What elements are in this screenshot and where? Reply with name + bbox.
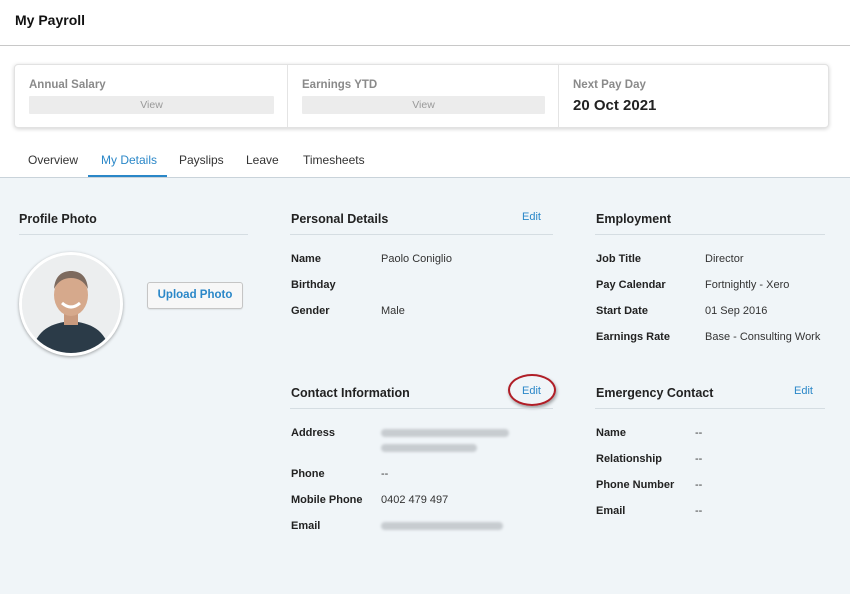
mobile-phone-value: 0402 479 497 — [381, 494, 449, 506]
phone-value: -- — [381, 468, 389, 480]
job-title-value: Director — [705, 253, 744, 265]
email-redacted — [381, 522, 503, 530]
personal-details-title: Personal Details — [291, 212, 389, 226]
employment-title: Employment — [596, 212, 672, 226]
phone-number-label: Phone Number — [596, 479, 675, 491]
profile-photo-title: Profile Photo — [19, 212, 97, 226]
next-pay-day-value: 20 Oct 2021 — [573, 97, 657, 114]
emergency-name-value: -- — [695, 427, 703, 439]
emergency-email-value: -- — [695, 505, 703, 517]
phone-number-value: -- — [695, 479, 703, 491]
divider — [595, 234, 825, 235]
address-label: Address — [291, 427, 336, 439]
start-date-label: Start Date — [596, 305, 648, 317]
personal-name-label: Name — [291, 253, 321, 265]
highlight-circle — [508, 374, 556, 406]
annual-salary-label: Annual Salary — [29, 79, 106, 91]
divider — [290, 234, 553, 235]
earnings-ytd-label: Earnings YTD — [302, 79, 378, 91]
phone-label: Phone — [291, 468, 325, 480]
annual-salary-view-button[interactable]: View — [29, 96, 274, 114]
next-pay-day-card: Next Pay Day 20 Oct 2021 — [558, 65, 828, 127]
header-area: My Payroll Annual Salary View Earnings Y… — [0, 0, 850, 178]
divider — [19, 234, 248, 235]
divider — [595, 408, 825, 409]
upload-photo-button[interactable]: Upload Photo — [147, 282, 243, 309]
divider — [0, 45, 850, 46]
divider — [0, 177, 850, 178]
avatar — [19, 252, 123, 356]
address-redacted — [381, 429, 509, 437]
earnings-ytd-card: Earnings YTD View — [287, 65, 558, 127]
job-title-label: Job Title — [596, 253, 642, 265]
earnings-rate-label: Earnings Rate — [596, 331, 670, 343]
emergency-contact-title: Emergency Contact — [596, 386, 714, 400]
emergency-email-label: Email — [596, 505, 626, 517]
contact-information-title: Contact Information — [291, 386, 410, 400]
pay-calendar-value: Fortnightly - Xero — [705, 279, 790, 291]
tab-overview[interactable]: Overview — [28, 152, 78, 178]
personal-gender-label: Gender — [291, 305, 330, 317]
tab-leave[interactable]: Leave — [246, 152, 279, 178]
personal-details-edit-link[interactable]: Edit — [522, 211, 541, 223]
annual-salary-card: Annual Salary View — [15, 65, 287, 127]
person-photo-icon — [22, 255, 120, 353]
earnings-ytd-view-button[interactable]: View — [302, 96, 545, 114]
page-title: My Payroll — [15, 12, 86, 28]
earnings-rate-value: Base - Consulting Work — [705, 331, 821, 343]
next-pay-day-label: Next Pay Day — [573, 79, 646, 91]
emergency-contact-edit-link[interactable]: Edit — [794, 385, 813, 397]
emergency-name-label: Name — [596, 427, 626, 439]
tab-bar: Overview My Details Payslips Leave Times… — [0, 152, 850, 178]
personal-gender-value: Male — [381, 305, 405, 317]
mobile-phone-label: Mobile Phone — [291, 494, 363, 506]
email-label: Email — [291, 520, 321, 532]
tab-payslips[interactable]: Payslips — [179, 152, 224, 178]
pay-calendar-label: Pay Calendar — [596, 279, 666, 291]
summary-panel: Annual Salary View Earnings YTD View Nex… — [14, 64, 829, 128]
relationship-value: -- — [695, 453, 703, 465]
start-date-value: 01 Sep 2016 — [705, 305, 768, 317]
personal-birthday-label: Birthday — [291, 279, 336, 291]
personal-name-value: Paolo Coniglio — [381, 253, 452, 265]
address-redacted — [381, 444, 477, 452]
divider — [290, 408, 553, 409]
relationship-label: Relationship — [596, 453, 663, 465]
tab-timesheets[interactable]: Timesheets — [303, 152, 365, 178]
